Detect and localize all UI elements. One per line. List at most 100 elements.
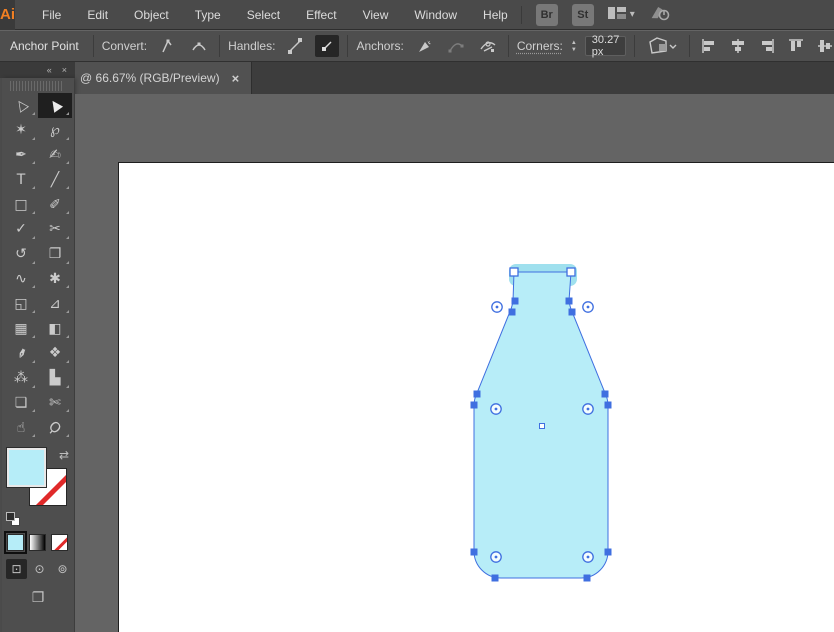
selected-anchor-point[interactable]	[605, 549, 612, 556]
selected-anchor-point[interactable]	[569, 309, 576, 316]
gradient-button[interactable]	[29, 534, 46, 551]
symbol-sprayer-tool[interactable]: ⁂	[4, 366, 38, 391]
close-panel-icon[interactable]: ×	[62, 65, 67, 75]
cut-path-button[interactable]	[476, 35, 500, 57]
eyedropper-icon: ✒	[12, 345, 30, 362]
menu-select[interactable]: Select	[234, 0, 293, 30]
menu-help[interactable]: Help	[470, 0, 521, 30]
scissors-tool[interactable]: ✂	[38, 217, 72, 242]
magic-wand-icon: ✶	[15, 123, 27, 137]
fill-swatch[interactable]	[7, 448, 46, 487]
paintbrush-tool[interactable]: ✐	[38, 192, 72, 217]
align-horizontal-center-button[interactable]	[727, 35, 749, 57]
menu-file[interactable]: File	[29, 0, 74, 30]
bridge-button[interactable]: Br	[536, 4, 558, 26]
perspective-grid-tool[interactable]: ⊿	[38, 291, 72, 316]
gpu-performance-icon[interactable]	[649, 4, 671, 25]
selected-anchor-point[interactable]	[566, 298, 573, 305]
width-tool[interactable]: ∿	[4, 267, 38, 292]
drawing-mode-buttons: ⊡ ⊙ ⊚	[2, 551, 74, 579]
slice-tool[interactable]: ✄	[38, 391, 72, 416]
selected-anchor-point[interactable]	[492, 575, 499, 582]
rotate-tool[interactable]: ↺	[4, 242, 38, 267]
workspace-switcher[interactable]: ▾	[608, 6, 635, 23]
draw-normal-button[interactable]: ⊡	[6, 559, 27, 579]
mesh-tool[interactable]: ▦	[4, 316, 38, 341]
blend-tool[interactable]: ❖	[38, 341, 72, 366]
lasso-tool[interactable]: ℘	[38, 118, 72, 143]
isolate-selected-object-button[interactable]	[643, 35, 681, 57]
line-segment-tool[interactable]: ╱	[38, 167, 72, 192]
chevron-down-icon: ▾	[630, 9, 635, 20]
stepper-up-icon[interactable]: ▲	[571, 40, 577, 46]
selection-tool[interactable]: △	[4, 93, 38, 118]
draw-inside-button[interactable]: ⊚	[52, 559, 73, 579]
stock-button[interactable]: St	[572, 4, 594, 26]
collapse-panel-icon[interactable]: «	[47, 65, 52, 75]
convert-to-corner-button[interactable]	[155, 35, 179, 57]
selected-anchor-point[interactable]	[474, 391, 481, 398]
selected-anchor-point[interactable]	[584, 575, 591, 582]
selected-anchor-point[interactable]	[512, 298, 519, 305]
align-top-button[interactable]	[785, 35, 807, 57]
align-left-button[interactable]	[698, 35, 720, 57]
convert-to-smooth-button[interactable]	[187, 35, 211, 57]
menu-bar: Ai File Edit Object Type Select Effect V…	[0, 0, 834, 30]
selected-anchor-point[interactable]	[471, 402, 478, 409]
shape-builder-tool[interactable]: ◱	[4, 291, 38, 316]
hide-handles-button[interactable]	[315, 35, 339, 57]
change-screen-mode-button[interactable]: ❐	[26, 589, 50, 606]
shaper-icon: ✓	[15, 222, 27, 236]
menu-edit[interactable]: Edit	[74, 0, 121, 30]
menu-view[interactable]: View	[350, 0, 402, 30]
default-fill-stroke-icon[interactable]	[6, 512, 20, 526]
corners-stepper[interactable]: ▲ ▼	[571, 40, 577, 53]
scale-tool[interactable]: ❐	[38, 242, 72, 267]
type-icon: T	[17, 173, 26, 187]
selected-anchor-point[interactable]	[605, 402, 612, 409]
selected-anchor-point[interactable]	[471, 549, 478, 556]
menu-type[interactable]: Type	[182, 0, 234, 30]
menu-effect[interactable]: Effect	[293, 0, 349, 30]
shaper-tool[interactable]: ✓	[4, 217, 38, 242]
align-right-button[interactable]	[756, 35, 778, 57]
menu-window[interactable]: Window	[401, 0, 470, 30]
corners-label[interactable]: Corners:	[517, 39, 563, 53]
direct-selection-icon: ▲	[47, 97, 64, 115]
pen-tool[interactable]: ✒	[4, 143, 38, 168]
eyedropper-tool[interactable]: ✒	[4, 341, 38, 366]
panel-grip[interactable]	[10, 81, 62, 91]
anchor-point[interactable]	[510, 268, 518, 276]
swap-fill-stroke-icon[interactable]: ⇄	[59, 448, 69, 462]
remove-selected-anchors-button[interactable]	[412, 35, 436, 57]
menu-object[interactable]: Object	[121, 0, 182, 30]
stepper-down-icon[interactable]: ▼	[571, 47, 577, 53]
selected-anchor-point[interactable]	[602, 391, 609, 398]
color-button[interactable]	[7, 534, 24, 551]
tab-close-icon[interactable]: ×	[232, 71, 240, 86]
curvature-tool[interactable]: ✍	[38, 143, 72, 168]
hand-tool[interactable]: ☝	[4, 415, 38, 440]
canvas[interactable]	[75, 94, 834, 632]
gradient-tool[interactable]: ◧	[38, 316, 72, 341]
anchor-point[interactable]	[567, 268, 575, 276]
magic-wand-tool[interactable]: ✶	[4, 118, 38, 143]
document-tab[interactable]: @ 66.67% (RGB/Preview) ×	[68, 62, 252, 94]
connect-endpoints-button[interactable]	[444, 35, 468, 57]
corners-input[interactable]: 30.27 px	[585, 36, 627, 56]
artboard-tool[interactable]: ❏	[4, 391, 38, 416]
none-button[interactable]	[51, 534, 68, 551]
zoom-tool[interactable]: Ϙ	[38, 415, 72, 440]
puppet-warp-tool[interactable]: ✱	[38, 267, 72, 292]
selected-anchor-point[interactable]	[509, 309, 516, 316]
draw-behind-button[interactable]: ⊙	[29, 559, 50, 579]
align-vertical-center-button[interactable]	[814, 35, 834, 57]
gradient-icon: ◧	[48, 322, 61, 336]
column-graph-tool[interactable]: ▙	[38, 366, 72, 391]
separator	[508, 35, 509, 57]
live-corner-widget-dot	[587, 556, 590, 559]
show-handles-button[interactable]	[283, 35, 307, 57]
rectangle-tool[interactable]: □	[4, 192, 38, 217]
type-tool[interactable]: T	[4, 167, 38, 192]
direct-selection-tool[interactable]: ▲	[38, 93, 72, 118]
